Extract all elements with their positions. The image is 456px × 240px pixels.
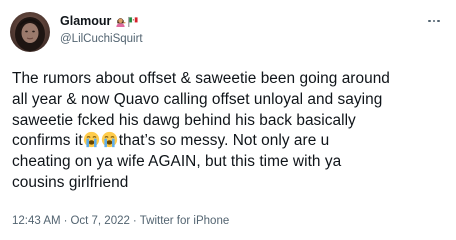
tweet-time[interactable]: 12:43 AM [12, 215, 61, 227]
tweet-header: Glamour @LilCuchiSquirt [60, 12, 400, 52]
display-name[interactable]: Glamour [60, 12, 111, 30]
tweet-meta: 12:43 AM · Oct 7, 2022 · Twitter for iPhone [12, 213, 229, 229]
name-emojis [114, 16, 138, 27]
person-tipping-hand-icon [116, 17, 126, 27]
more-options-button[interactable] [424, 14, 444, 28]
tweet-body-line: cheating on ya wife AGAIN, but this time… [12, 153, 342, 171]
meta-separator: · [63, 215, 68, 227]
tweet-date[interactable]: Oct 7, 2022 [70, 215, 129, 227]
more-options-icon-dot-2 [432, 19, 436, 23]
meta-separator: · [132, 215, 137, 227]
tweet-body: The rumors about offset & saweetie been … [12, 69, 450, 194]
tweet-body-line: all year & now Quavo calling offset unlo… [12, 90, 383, 108]
mexico-flag-icon [128, 16, 138, 27]
more-options-icon-dot-3 [437, 19, 440, 23]
tweet-body-text: that’s so messy. Not only are u [118, 132, 330, 150]
tweet-body-line: confirms it that’s so messy. Not only ar… [12, 131, 450, 152]
loudly-crying-face-icon [101, 132, 117, 148]
tweet-body-line: The rumors about offset & saweetie been … [12, 70, 390, 87]
avatar[interactable] [10, 12, 50, 52]
more-options-icon [428, 19, 431, 23]
handle[interactable]: @LilCuchiSquirt [60, 31, 400, 47]
tweet-body-text: confirms it [12, 132, 83, 150]
tweet-source[interactable]: Twitter for iPhone [140, 215, 229, 227]
name-row: Glamour [60, 12, 400, 30]
profile-photo-icon [15, 17, 45, 51]
tweet-body-line: saweetie fcked his dawg behind his back … [12, 111, 356, 129]
tweet-body-line: cousins girlfriend [12, 173, 129, 191]
loudly-crying-face-icon [83, 132, 99, 148]
tweet-card: Glamour @LilCuchiSquirt The rumors about… [0, 0, 456, 240]
